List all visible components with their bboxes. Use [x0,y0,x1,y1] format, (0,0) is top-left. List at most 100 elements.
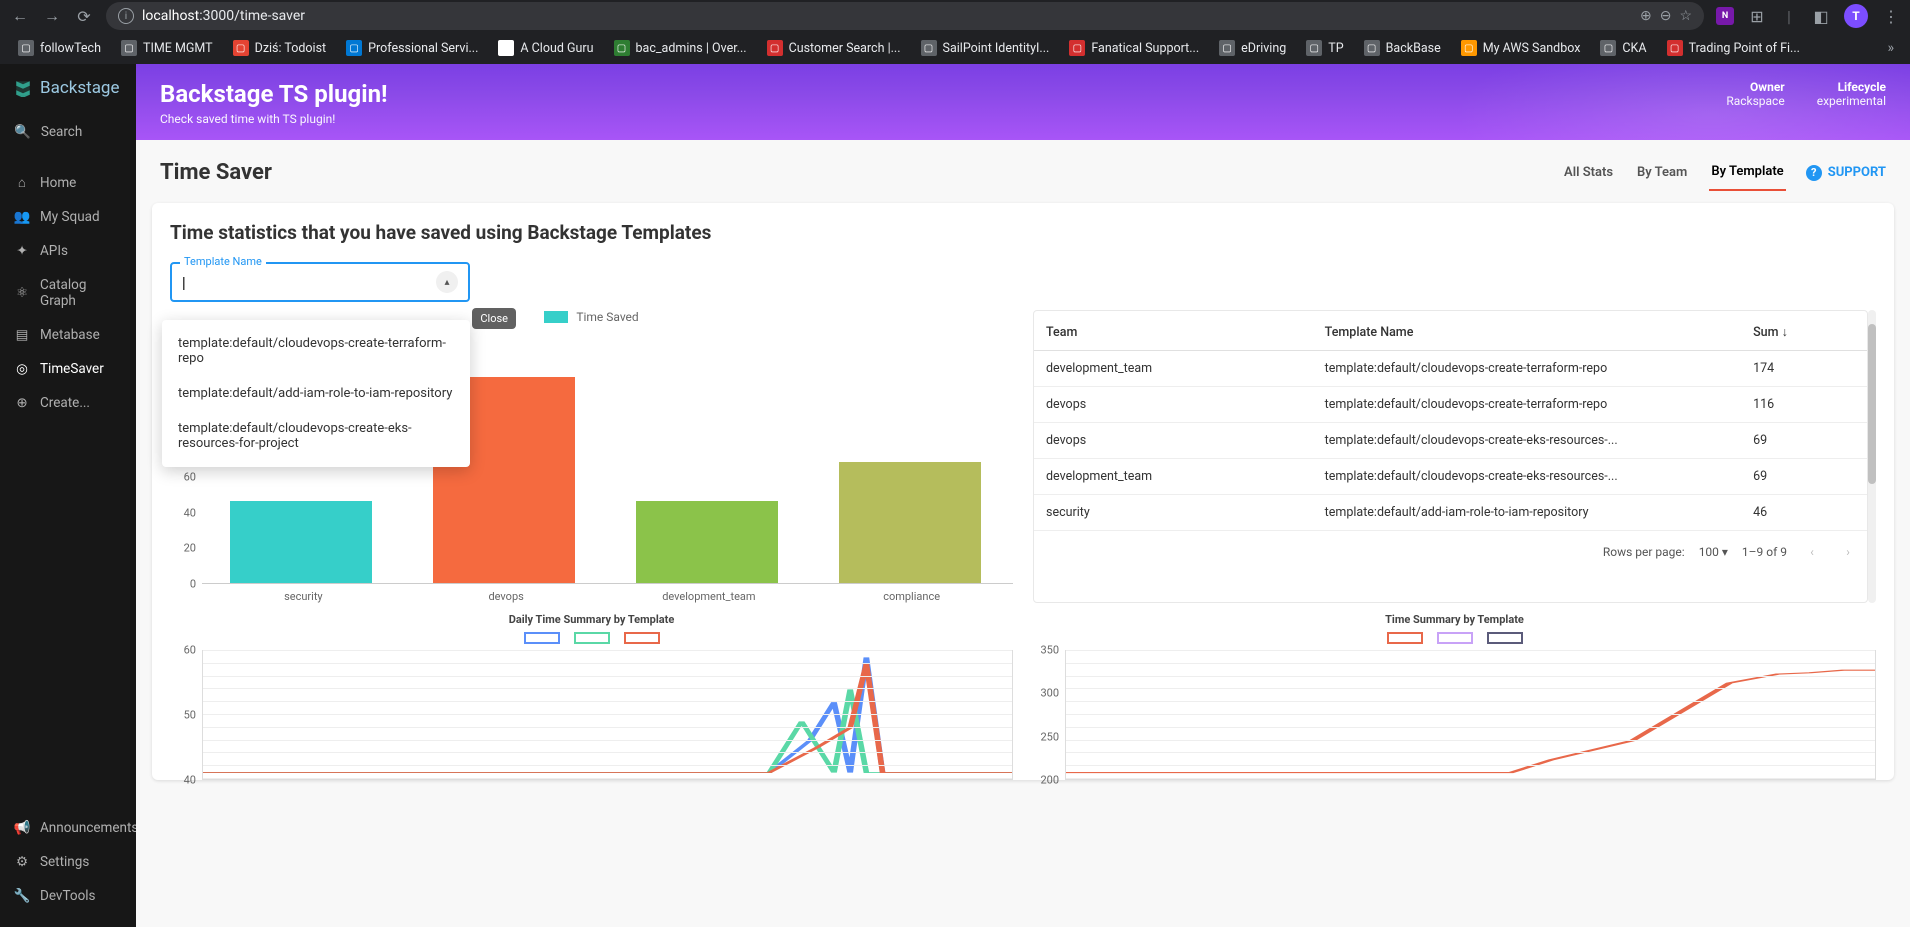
folder-icon: ▢ [498,40,514,56]
y-tick: 200 [1040,774,1059,787]
next-page-icon[interactable]: › [1837,541,1859,563]
back-icon[interactable]: ← [10,6,30,26]
sidebar-item-label: DevTools [40,888,96,904]
lifecycle-key: Lifecycle [1817,80,1886,94]
bookmark-item[interactable]: ▢Fanatical Support... [1061,36,1207,60]
dropdown-option[interactable]: template:default/cloudevops-create-terra… [162,326,470,376]
sidebar-item-label: My Squad [40,209,100,225]
bookmark-item[interactable]: ▢CKA [1592,36,1654,60]
y-tick: 40 [184,774,196,787]
sidebar-item-label: Announcements [40,820,138,836]
bookmark-label: followTech [40,41,101,56]
table-scrollbar[interactable] [1868,310,1876,603]
bookmarks-bar: ▢followTech▢TIME MGMT▢Dziś: Todoist▢Prof… [0,32,1910,64]
rows-per-page-select[interactable]: 100 ▾ [1699,545,1728,559]
column-header[interactable]: Sum ↓ [1741,315,1867,351]
tab-by-template[interactable]: By Template [1709,154,1785,191]
onenote-icon[interactable]: N [1716,7,1734,25]
bookmark-item[interactable]: ▢BackBase [1356,36,1449,60]
tab-by-team[interactable]: By Team [1635,155,1689,190]
y-tick: 350 [1040,644,1059,657]
support-button[interactable]: ? SUPPORT [1806,165,1886,181]
sidebar-item-label: Catalog Graph [40,277,122,309]
sidebar-item-home[interactable]: ⌂Home [0,166,136,200]
template-input[interactable] [182,274,436,290]
translate-icon[interactable]: ⊕ [1640,8,1652,24]
star-icon[interactable]: ☆ [1679,8,1692,24]
table-panel: TeamTemplate NameSum ↓ development_teamt… [1033,310,1876,603]
sidebar-item-apis[interactable]: ✦APIs [0,234,136,268]
bookmark-item[interactable]: ▢Customer Search |... [759,36,909,60]
summary-chart: Time Summary by Template 200250300350 [1033,613,1876,780]
people-icon: 👥 [14,209,30,225]
dropdown-option[interactable]: template:default/cloudevops-create-eks-r… [162,411,470,461]
cell-team: development_team [1034,459,1313,495]
lifecycle-value: experimental [1817,94,1886,108]
cell-team: devops [1034,387,1313,423]
folder-icon: ▢ [1600,40,1616,56]
extensions-icon[interactable]: ⊞ [1748,7,1766,25]
cell-template: template:default/cloudevops-create-terra… [1313,351,1741,387]
sidebar-item-catalog-graph[interactable]: ⚛Catalog Graph [0,268,136,318]
y-tick: 0 [190,578,196,591]
table-row[interactable]: devopstemplate:default/cloudevops-create… [1034,387,1867,423]
column-header[interactable]: Template Name [1313,315,1741,351]
daily-summary-chart: Daily Time Summary by Template 405060 [170,613,1013,780]
legend-swatch [544,311,568,323]
caret-up-icon[interactable]: ▴ [436,271,458,293]
cell-template: template:default/cloudevops-create-eks-r… [1313,423,1741,459]
close-tooltip: Close [472,308,516,329]
bookmark-item[interactable]: ▢bac_admins | Over... [606,36,755,60]
owner-key: Owner [1726,80,1784,94]
stats-table: TeamTemplate NameSum ↓ development_teamt… [1034,315,1867,531]
tab-all-stats[interactable]: All Stats [1562,155,1615,190]
bookmark-label: My AWS Sandbox [1483,41,1581,56]
profile-avatar[interactable]: T [1844,4,1868,28]
dropdown-option[interactable]: template:default/add-iam-role-to-iam-rep… [162,376,470,411]
template-select[interactable]: Template Name ▴ Close template:default/c… [170,262,470,302]
search-input[interactable]: 🔍 Search [0,114,136,150]
sidebar-item-my-squad[interactable]: 👥 My Squad [0,200,136,234]
bookmark-item[interactable]: ▢Professional Servi... [338,36,486,60]
bookmark-item[interactable]: ▢A Cloud Guru [490,36,601,60]
menu-icon[interactable]: ⋮ [1882,7,1900,25]
prev-page-icon[interactable]: ‹ [1801,541,1823,563]
bookmark-item[interactable]: ▢My AWS Sandbox [1453,36,1589,60]
sidebar-item-settings[interactable]: ⚙Settings [0,845,136,879]
sidebar-item-announcements[interactable]: 📢Announcements [0,811,136,845]
bookmark-item[interactable]: ▢Trading Point of Fi... [1659,36,1808,60]
legend-swatch [1487,632,1523,644]
column-header[interactable]: Team [1034,315,1313,351]
sidebar-item-create-[interactable]: ⊕Create... [0,386,136,420]
url-bar[interactable]: i localhost:3000/time-saver ⊕ ⊖ ☆ [106,2,1704,30]
legend-swatch [624,632,660,644]
bookmark-item[interactable]: ▢SailPoint IdentityI... [913,36,1058,60]
pagination-info: 1–9 of 9 [1742,545,1787,559]
folder-icon: ▢ [233,40,249,56]
bookmark-item[interactable]: ▢eDriving [1211,36,1294,60]
table-row[interactable]: development_teamtemplate:default/cloudev… [1034,351,1867,387]
bookmark-item[interactable]: ▢TP [1298,36,1351,60]
reload-icon[interactable]: ⟳ [74,6,94,26]
site-info-icon[interactable]: i [118,8,134,24]
cell-sum: 116 [1741,387,1867,423]
content: Backstage TS plugin! Check saved time wi… [136,64,1910,927]
table-row[interactable]: development_teamtemplate:default/cloudev… [1034,459,1867,495]
target-icon: ◎ [14,361,30,377]
bookmarks-overflow-icon[interactable]: » [1881,40,1900,56]
url-host: localhost [142,8,199,24]
y-tick: 40 [184,506,196,519]
forward-icon[interactable]: → [42,6,62,26]
sidebar-item-metabase[interactable]: ▤Metabase [0,318,136,352]
sidebar-item-devtools[interactable]: 🔧DevTools [0,879,136,913]
table-row[interactable]: devopstemplate:default/cloudevops-create… [1034,423,1867,459]
bookmark-item[interactable]: ▢followTech [10,36,109,60]
cell-sum: 69 [1741,423,1867,459]
bookmark-item[interactable]: ▢TIME MGMT [113,36,221,60]
table-row[interactable]: securitytemplate:default/add-iam-role-to… [1034,495,1867,531]
brand-logo[interactable]: Backstage [0,78,136,114]
sidepanel-icon[interactable]: ◧ [1812,7,1830,25]
zoom-icon[interactable]: ⊖ [1660,8,1672,24]
sidebar-item-timesaver[interactable]: ◎TimeSaver [0,352,136,386]
bookmark-item[interactable]: ▢Dziś: Todoist [225,36,335,60]
